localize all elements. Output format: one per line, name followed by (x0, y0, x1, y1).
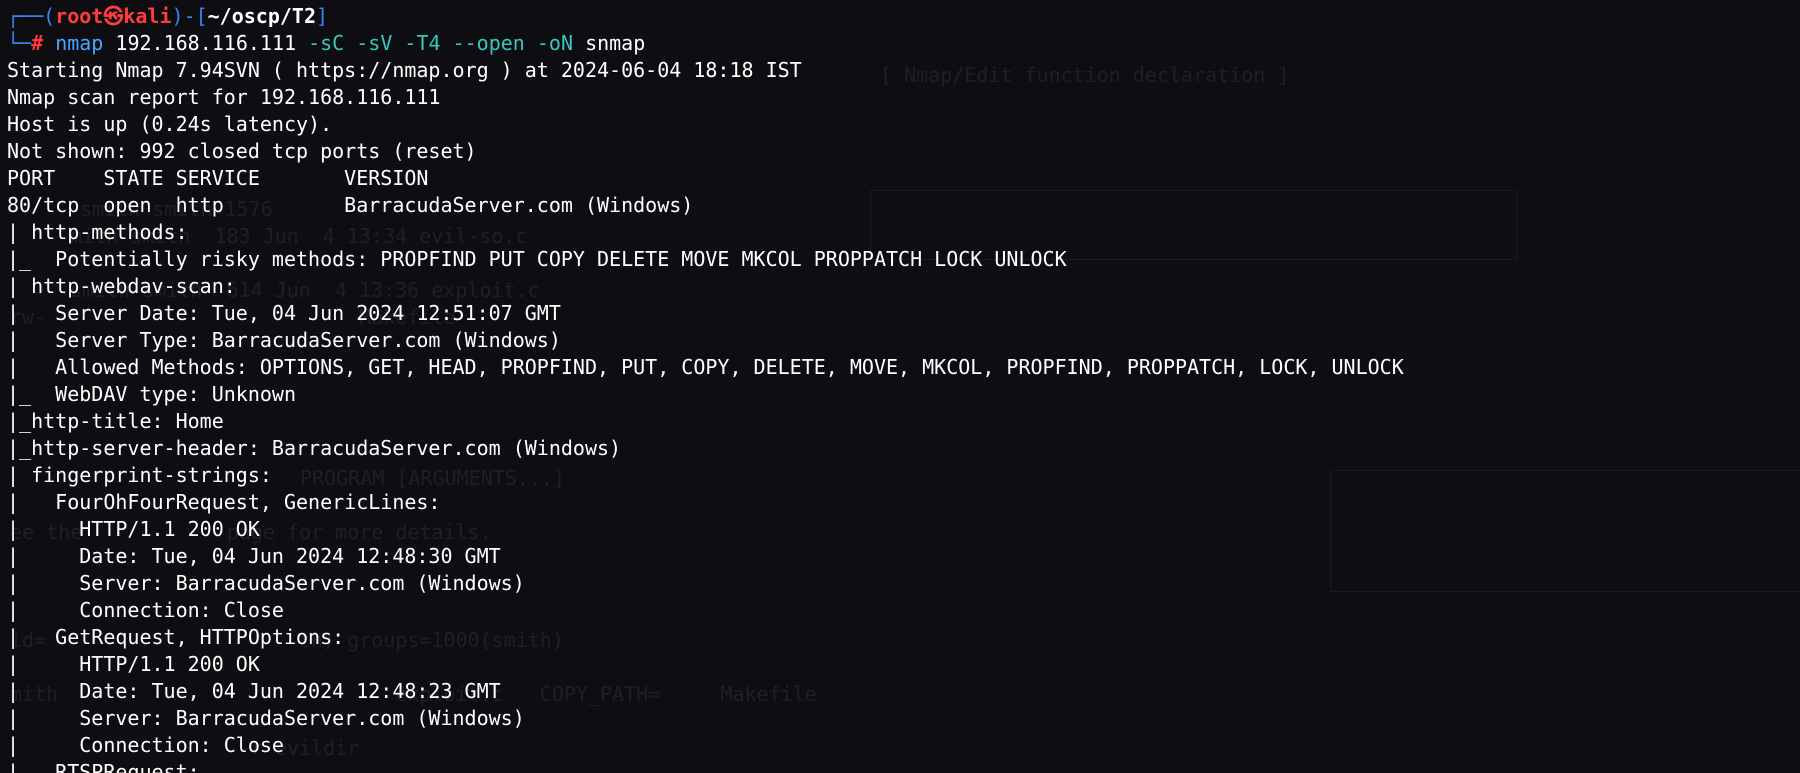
command-flag: --open (452, 31, 525, 55)
script-output-line: | fingerprint-strings: (7, 463, 272, 487)
command-flag: -T4 (404, 31, 441, 55)
script-output-line: | http-methods: (7, 220, 188, 244)
script-output-line: | Allowed Methods: OPTIONS, GET, HEAD, P… (7, 355, 1404, 379)
script-output-line: | Server: BarracudaServer.com (Windows) (7, 571, 525, 595)
script-output-line: | Connection: Close (7, 598, 284, 622)
output-line: Starting Nmap 7.94SVN ( https://nmap.org… (7, 58, 802, 82)
output-line: Nmap scan report for 192.168.116.111 (7, 85, 441, 109)
script-output-line: |_http-server-header: BarracudaServer.co… (7, 436, 622, 460)
script-output-line: | FourOhFourRequest, GenericLines: (7, 490, 441, 514)
port-table-header: PORT STATE SERVICE VERSION (7, 166, 429, 190)
command-flag: -sV (356, 31, 393, 55)
script-output-line: | HTTP/1.1 200 OK (7, 517, 260, 541)
prompt-header-line: ┌──(root㉿kali)-[~/oscp/T2] (7, 3, 1797, 30)
command-output-file: snmap (585, 31, 646, 55)
command-line[interactable]: └─# nmap 192.168.116.111 -sC -sV -T4 --o… (7, 30, 1797, 57)
output-line: Host is up (0.24s latency). (7, 112, 333, 136)
script-output-line: | http-webdav-scan: (7, 274, 236, 298)
command-name: nmap (55, 31, 104, 55)
command-target-ip: 192.168.116.111 (115, 31, 297, 55)
command-flag: -sC (308, 31, 345, 55)
prompt-frame: ┌──( (7, 4, 56, 28)
script-output-line: |_ WebDAV type: Unknown (7, 382, 296, 406)
script-output-line: | Server: BarracudaServer.com (Windows) (7, 706, 525, 730)
script-output-line: | Connection: Close (7, 733, 284, 757)
prompt-frame: )-[ (171, 4, 208, 28)
script-output-line: | Date: Tue, 04 Jun 2024 12:48:23 GMT (7, 679, 501, 703)
script-output-line: | RTSPRequest: (7, 760, 200, 773)
port-table-row: 80/tcp open http BarracudaServer.com (Wi… (7, 193, 694, 217)
script-output-line: |_ Potentially risky methods: PROPFIND P… (7, 247, 1067, 271)
prompt-cwd: ~/oscp/T2 (207, 4, 316, 28)
prompt-user: root㉿kali (55, 4, 172, 28)
prompt-symbol: # (31, 31, 44, 55)
prompt-frame: ] (316, 4, 329, 28)
script-output-line: | GetRequest, HTTPOptions: (7, 625, 345, 649)
terminal-window[interactable]: ┌──(root㉿kali)-[~/oscp/T2] └─# nmap 192.… (7, 3, 1797, 773)
command-flag: -oN (536, 31, 574, 55)
output-line: Not shown: 992 closed tcp ports (reset) (7, 139, 477, 163)
prompt-frame: └─ (7, 31, 32, 55)
script-output-line: | Date: Tue, 04 Jun 2024 12:48:30 GMT (7, 544, 501, 568)
script-output-line: | Server Date: Tue, 04 Jun 2024 12:51:07… (7, 301, 561, 325)
script-output-line: |_http-title: Home (7, 409, 224, 433)
script-output-line: | HTTP/1.1 200 OK (7, 652, 260, 676)
script-output-line: | Server Type: BarracudaServer.com (Wind… (7, 328, 561, 352)
